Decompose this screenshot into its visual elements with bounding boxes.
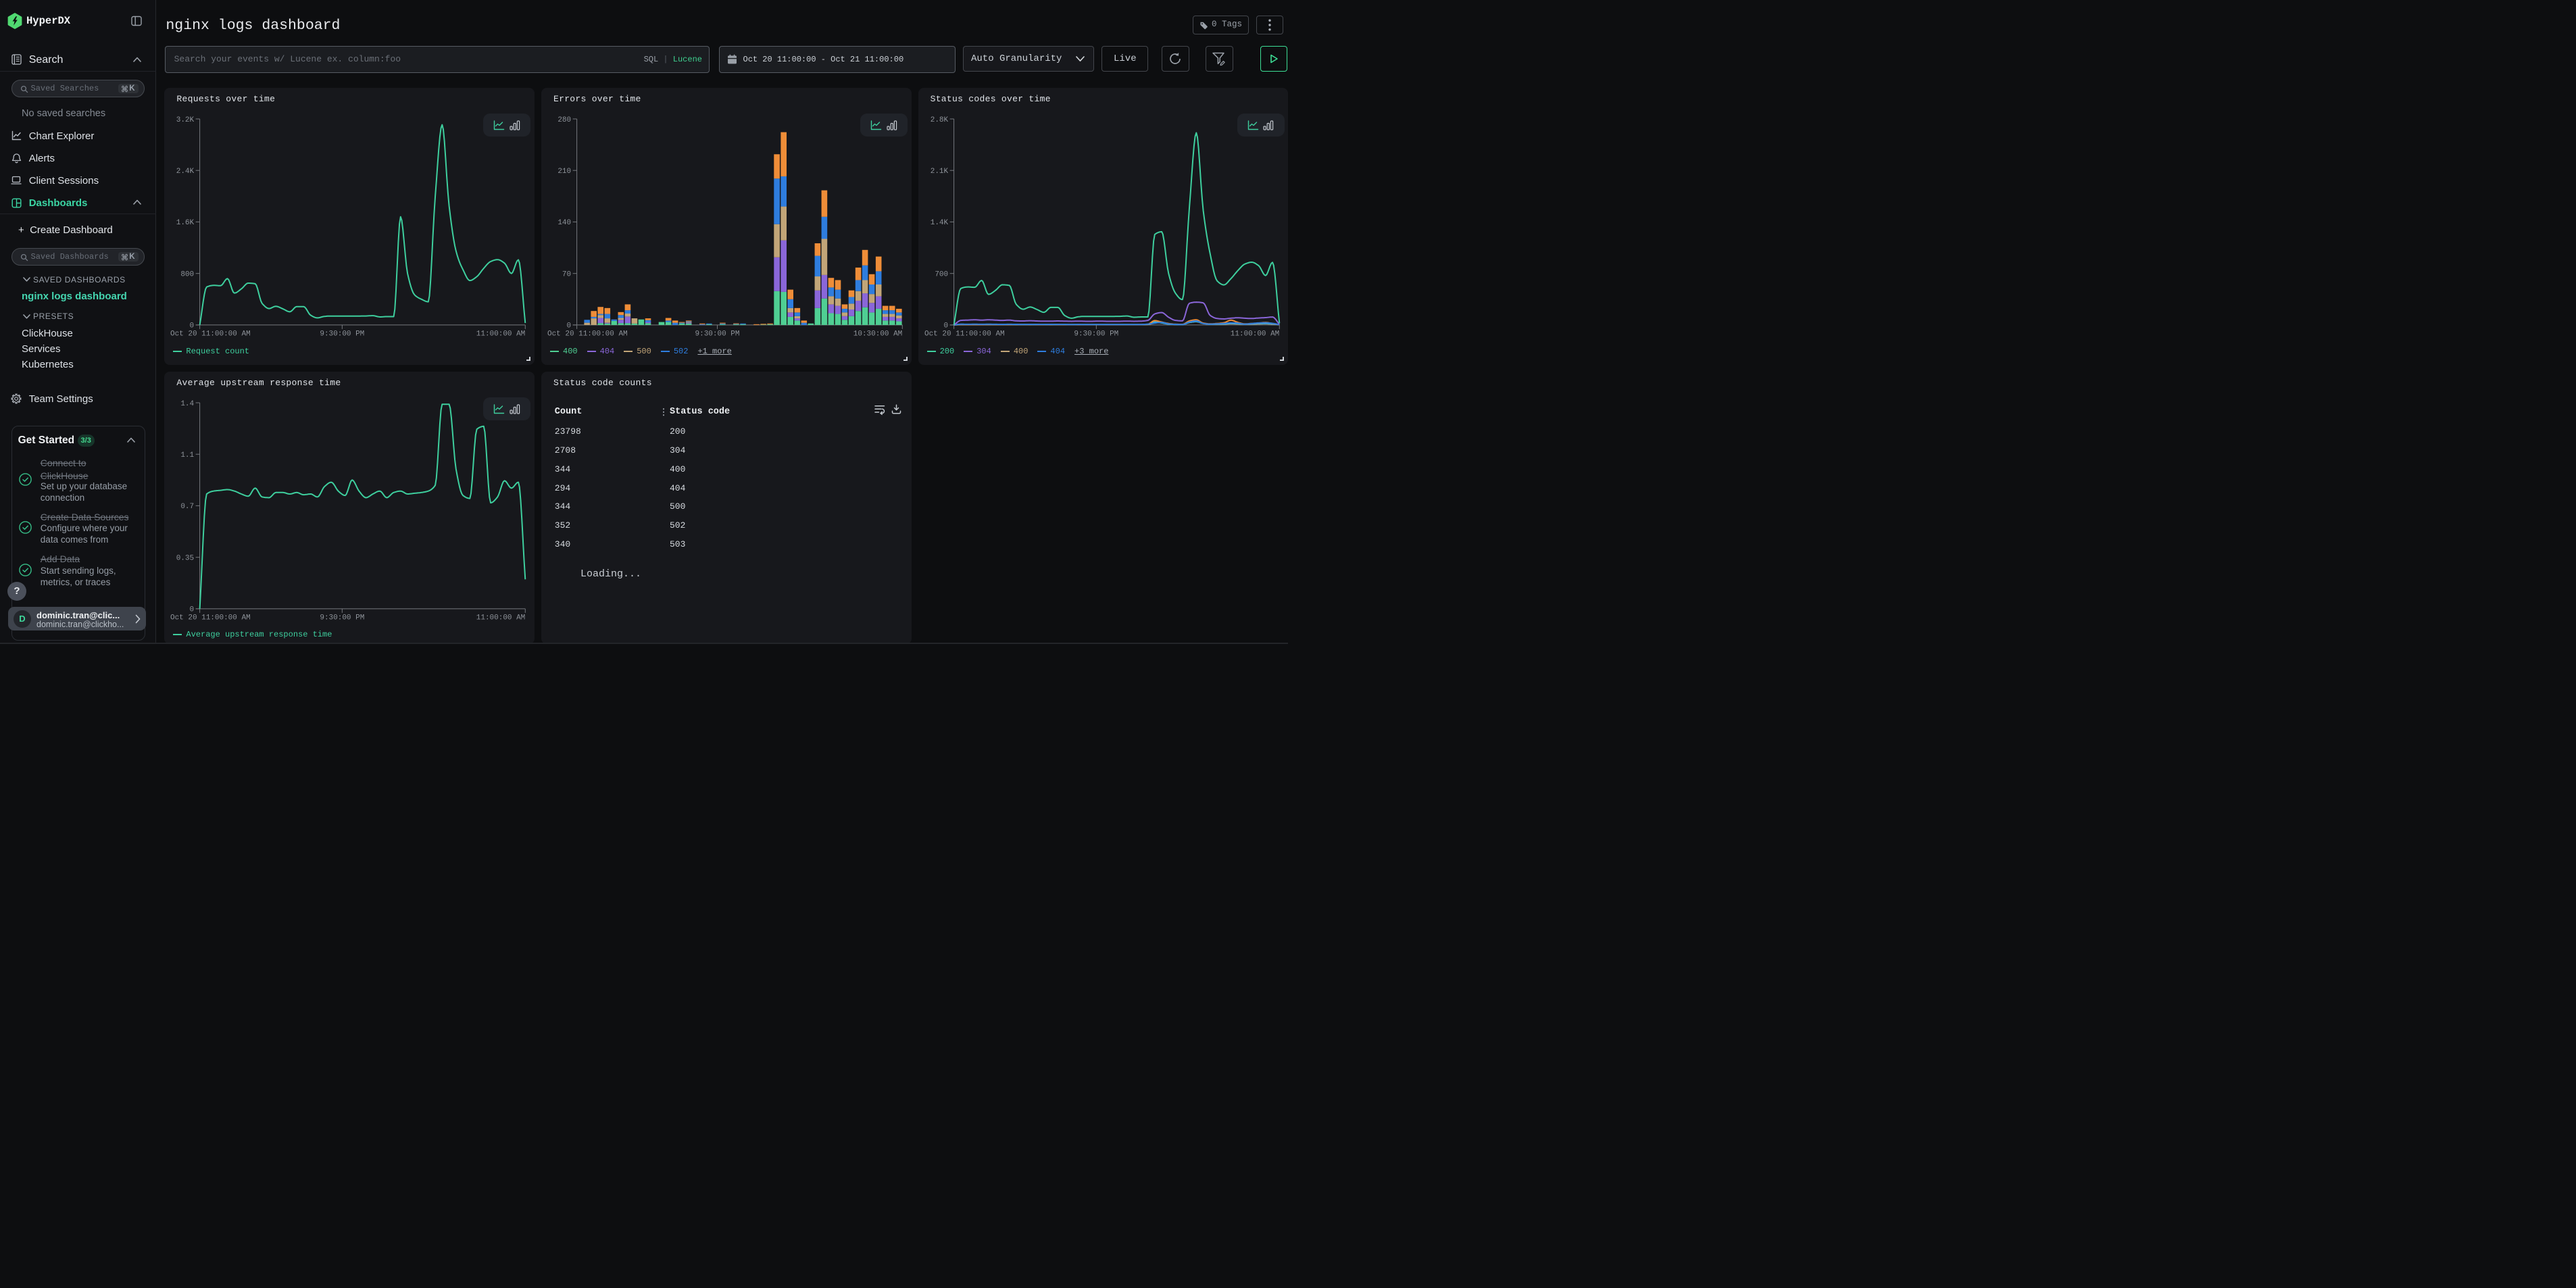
svg-text:700: 700: [935, 270, 948, 278]
svg-text:9:30:00 PM: 9:30:00 PM: [320, 614, 365, 622]
svg-text:2.8K: 2.8K: [930, 116, 948, 124]
svg-text:0: 0: [190, 606, 195, 614]
svg-text:140: 140: [558, 219, 571, 227]
svg-text:2.1K: 2.1K: [930, 168, 948, 176]
svg-text:1.6K: 1.6K: [176, 219, 195, 227]
svg-text:0.7: 0.7: [181, 503, 195, 511]
svg-text:9:30:00 PM: 9:30:00 PM: [1074, 330, 1118, 338]
svg-text:Oct 20 11:00:00 AM: Oct 20 11:00:00 AM: [170, 614, 251, 622]
svg-text:2.4K: 2.4K: [176, 168, 195, 176]
svg-text:11:00:00 AM: 11:00:00 AM: [1230, 330, 1279, 338]
svg-text:70: 70: [562, 270, 571, 278]
svg-text:0: 0: [190, 322, 195, 330]
svg-text:Oct 20 11:00:00 AM: Oct 20 11:00:00 AM: [170, 330, 251, 338]
svg-text:1.4: 1.4: [181, 400, 195, 408]
svg-text:1.4K: 1.4K: [930, 219, 948, 227]
svg-text:800: 800: [181, 270, 195, 278]
svg-text:9:30:00 PM: 9:30:00 PM: [320, 330, 365, 338]
svg-text:Oct 20 11:00:00 AM: Oct 20 11:00:00 AM: [547, 330, 628, 338]
svg-text:0: 0: [943, 322, 948, 330]
svg-text:0.35: 0.35: [176, 555, 194, 563]
svg-text:10:30:00 AM: 10:30:00 AM: [853, 330, 903, 338]
svg-text:9:30:00 PM: 9:30:00 PM: [695, 330, 740, 338]
svg-text:210: 210: [558, 168, 571, 176]
svg-text:280: 280: [558, 116, 571, 124]
svg-text:1.1: 1.1: [181, 451, 195, 460]
svg-text:3.2K: 3.2K: [176, 116, 195, 124]
svg-text:11:00:00 AM: 11:00:00 AM: [476, 614, 526, 622]
svg-text:0: 0: [567, 322, 572, 330]
svg-text:Oct 20 11:00:00 AM: Oct 20 11:00:00 AM: [924, 330, 1005, 338]
svg-text:11:00:00 AM: 11:00:00 AM: [476, 330, 526, 338]
